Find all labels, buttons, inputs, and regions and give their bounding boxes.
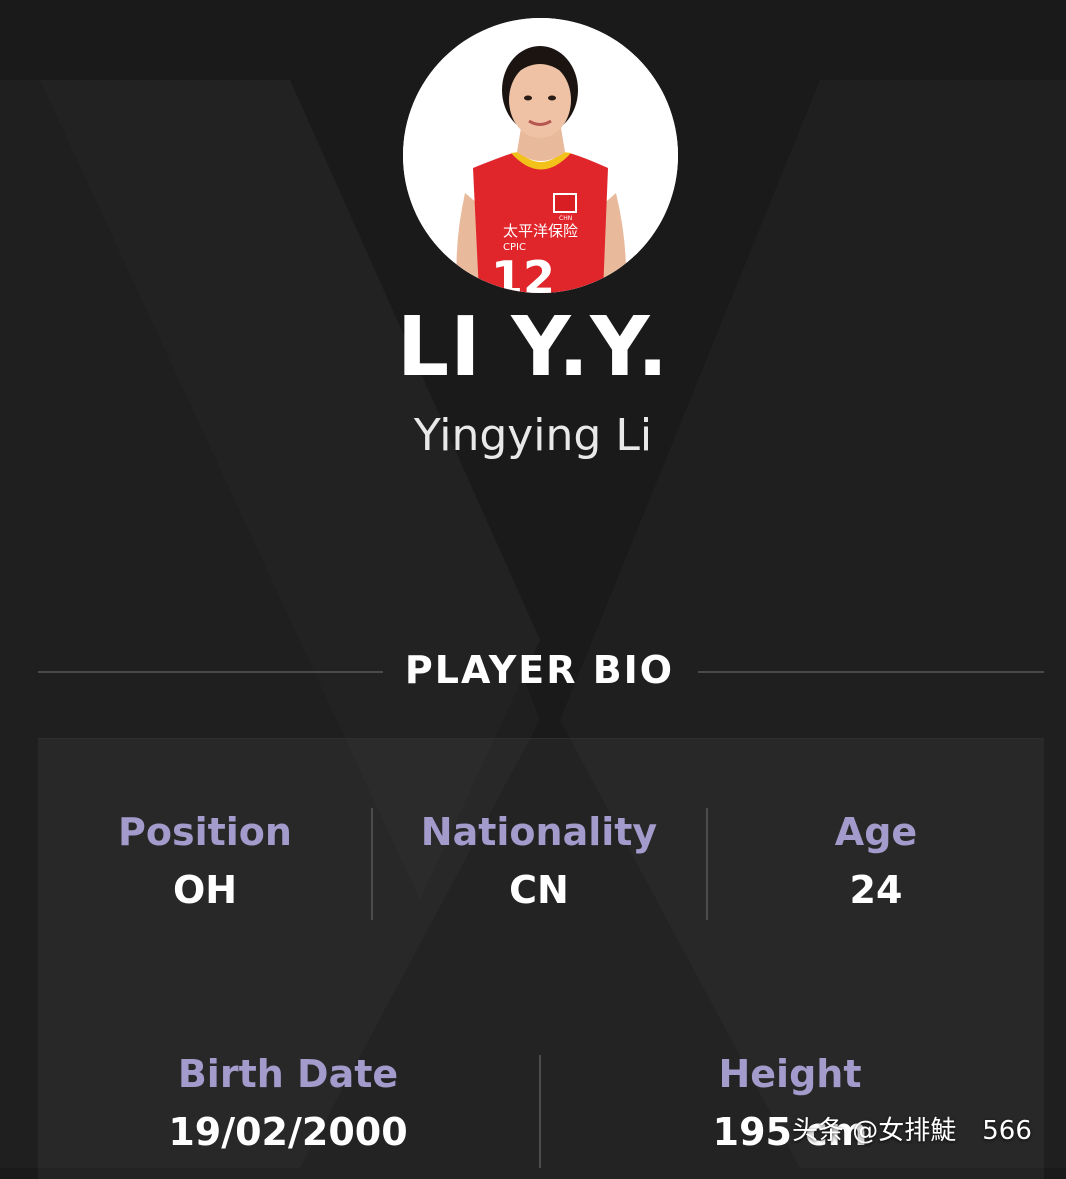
section-rule-right [698, 671, 1044, 673]
stat-birth-date: Birth Date 19/02/2000 [38, 1052, 538, 1154]
stat-position: Position OH [38, 810, 372, 912]
stat-value: OH [172, 868, 238, 912]
stat-age: Age 24 [708, 810, 1044, 912]
stat-value: 24 [849, 868, 903, 912]
stat-label: Nationality [420, 810, 658, 854]
stat-nationality: Nationality CN [372, 810, 706, 912]
jersey-number: 12 [491, 251, 555, 293]
player-short-name: LI Y.Y. [396, 300, 670, 395]
stat-label: Height [718, 1052, 862, 1096]
stat-value: 19/02/2000 [168, 1110, 408, 1154]
stat-label: Age [834, 810, 918, 854]
stat-label: Birth Date [177, 1052, 399, 1096]
stat-value: CN [509, 868, 569, 912]
section-rule-left [38, 671, 383, 673]
jersey-sponsor-cn: 太平洋保险 [503, 222, 578, 240]
section-title: PLAYER BIO [404, 648, 675, 692]
jersey-team-badge: CHN [559, 215, 572, 222]
player-photo: 太平洋保险 CPIC 12 CHN [403, 18, 678, 293]
watermark-count: 566 [982, 1116, 1032, 1146]
watermark-text: 头条 @女排鯐 [792, 1116, 957, 1146]
player-full-name: Yingying Li [413, 410, 653, 461]
stat-label: Position [118, 810, 292, 854]
player-photo-illustration: 太平洋保险 CPIC 12 CHN [403, 18, 678, 293]
watermark: 头条 @女排鯐 566 [792, 1110, 1032, 1147]
